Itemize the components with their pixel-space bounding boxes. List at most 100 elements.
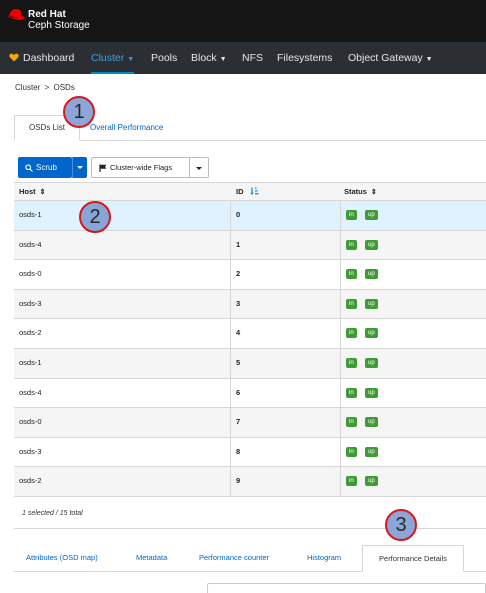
nav-pools-label: Pools: [151, 52, 178, 64]
cell-host: osds-4: [19, 387, 42, 397]
cell-id: 4: [236, 328, 241, 338]
column-divider: [230, 437, 231, 467]
column-divider: [340, 349, 341, 378]
nav-object-gateway[interactable]: Object Gateway ▼: [348, 42, 433, 74]
cell-host: osds-4: [19, 239, 42, 249]
column-header-id[interactable]: ID: [236, 183, 259, 201]
nav-filesystems[interactable]: Filesystems: [277, 42, 332, 74]
tab-performance-counter[interactable]: Performance counter: [199, 545, 269, 571]
status-badge-up: up: [365, 358, 378, 368]
nav-nfs[interactable]: NFS: [242, 42, 263, 74]
nav-cluster[interactable]: Cluster ▼: [91, 42, 135, 74]
status-badge-in: in: [346, 446, 357, 457]
status-badge-up: up: [365, 269, 378, 280]
nav-cluster-label: Cluster: [91, 52, 125, 64]
tab-attributes[interactable]: Attributes (OSD map): [26, 545, 98, 571]
tab-performance-details[interactable]: Performance Details: [362, 545, 464, 572]
nav-dashboard[interactable]: Dashboard: [9, 42, 74, 74]
brand-product: Ceph Storage: [28, 20, 90, 31]
table-row[interactable]: osds-0 7 in up: [14, 408, 486, 438]
status-badge-in: in: [346, 358, 357, 368]
annotation-marker-3: 3: [385, 509, 417, 541]
status-badge-in: in: [346, 476, 357, 487]
table-row[interactable]: osds-4 6 in up: [14, 378, 486, 409]
chevron-down-icon: ▼: [425, 56, 433, 63]
cell-host: osds-0: [19, 269, 42, 279]
table-row[interactable]: osds-3 3 in up: [14, 289, 486, 320]
column-divider: [230, 467, 231, 497]
status-badge-in: in: [346, 298, 357, 309]
flags-dropdown-toggle[interactable]: [190, 157, 209, 178]
selection-count: 1 selected / 15 total: [22, 510, 83, 517]
column-id-label: ID: [236, 187, 244, 196]
tab-overall-performance[interactable]: Overall Performance: [90, 115, 163, 141]
chevron-down-icon: ▼: [219, 56, 227, 63]
column-divider: [230, 260, 231, 290]
cell-host: osds-1: [19, 358, 42, 367]
flag-icon: [99, 164, 107, 172]
status-badge-in: in: [346, 269, 357, 280]
column-divider: [230, 289, 231, 319]
status-badge-up: up: [365, 417, 378, 428]
brand-name: Red Hat: [28, 9, 66, 20]
scrub-dropdown-toggle[interactable]: [72, 157, 87, 178]
nav-pools[interactable]: Pools: [151, 42, 177, 74]
nav-block[interactable]: Block ▼: [191, 42, 227, 74]
table-row[interactable]: osds-4 1 in up: [14, 230, 486, 261]
magnifier-icon: [25, 164, 33, 172]
cell-id: 7: [236, 417, 241, 427]
column-header-host[interactable]: Host ⇕: [19, 183, 46, 201]
column-divider: [340, 289, 341, 319]
cell-id: 5: [236, 358, 241, 367]
status-badge-up: up: [365, 328, 378, 339]
cell-id: 6: [236, 387, 241, 397]
column-divider: [230, 230, 231, 260]
cell-host: osds-2: [19, 328, 42, 338]
nav-object-gateway-label: Object Gateway: [348, 52, 423, 64]
caret-down-icon: [77, 166, 83, 169]
sort-icon: ⇕: [39, 189, 46, 196]
scrub-button[interactable]: Scrub: [18, 157, 72, 178]
cell-host: osds-1: [19, 210, 42, 219]
cell-id: 3: [236, 298, 241, 308]
scrub-label: Scrub: [36, 163, 57, 172]
breadcrumb: Cluster > OSDs: [15, 83, 75, 92]
breadcrumb-current: OSDs: [53, 83, 75, 92]
sort-ascending-icon: [249, 187, 259, 195]
annotation-marker-1: 1: [63, 96, 95, 128]
status-badge-up: up: [365, 210, 378, 220]
cell-id: 1: [236, 239, 241, 249]
tab-histogram[interactable]: Histogram: [307, 545, 341, 571]
column-divider: [340, 378, 341, 408]
tab-metadata[interactable]: Metadata: [136, 545, 167, 571]
status-badge-up: up: [365, 298, 378, 309]
column-divider: [340, 467, 341, 497]
masthead: Red Hat Ceph Storage: [0, 0, 486, 42]
status-badge-up: up: [365, 387, 378, 398]
column-header-status[interactable]: Status ⇕: [344, 183, 377, 201]
table-row[interactable]: osds-2 4 in up: [14, 319, 486, 349]
nav-filesystems-label: Filesystems: [277, 52, 333, 64]
column-divider: [230, 319, 231, 349]
breadcrumb-cluster[interactable]: Cluster: [15, 83, 40, 92]
status-badge-in: in: [346, 239, 357, 250]
cluster-flags-button[interactable]: Cluster-wide Flags: [91, 157, 190, 178]
table-row[interactable]: osds-3 8 in up: [14, 437, 486, 468]
table-row[interactable]: osds-2 9 in up: [14, 467, 486, 497]
sort-icon: ⇕: [370, 189, 377, 196]
breadcrumb-separator: >: [44, 83, 50, 92]
table-row[interactable]: osds-0 2 in up: [14, 260, 486, 290]
column-divider: [230, 408, 231, 438]
annotation-marker-2: 2: [79, 201, 111, 233]
table-row[interactable]: osds-1 5 in up: [14, 349, 486, 379]
status-badge-up: up: [365, 239, 378, 250]
cell-host: osds-3: [19, 446, 42, 456]
nav-nfs-label: NFS: [242, 52, 263, 64]
nav-block-label: Block: [191, 52, 217, 64]
cell-id: 2: [236, 269, 241, 279]
chevron-down-icon: ▼: [127, 56, 135, 63]
column-divider: [340, 260, 341, 290]
cell-id: 9: [236, 476, 241, 486]
tab-divider: [14, 140, 486, 141]
cell-host: osds-2: [19, 476, 42, 486]
